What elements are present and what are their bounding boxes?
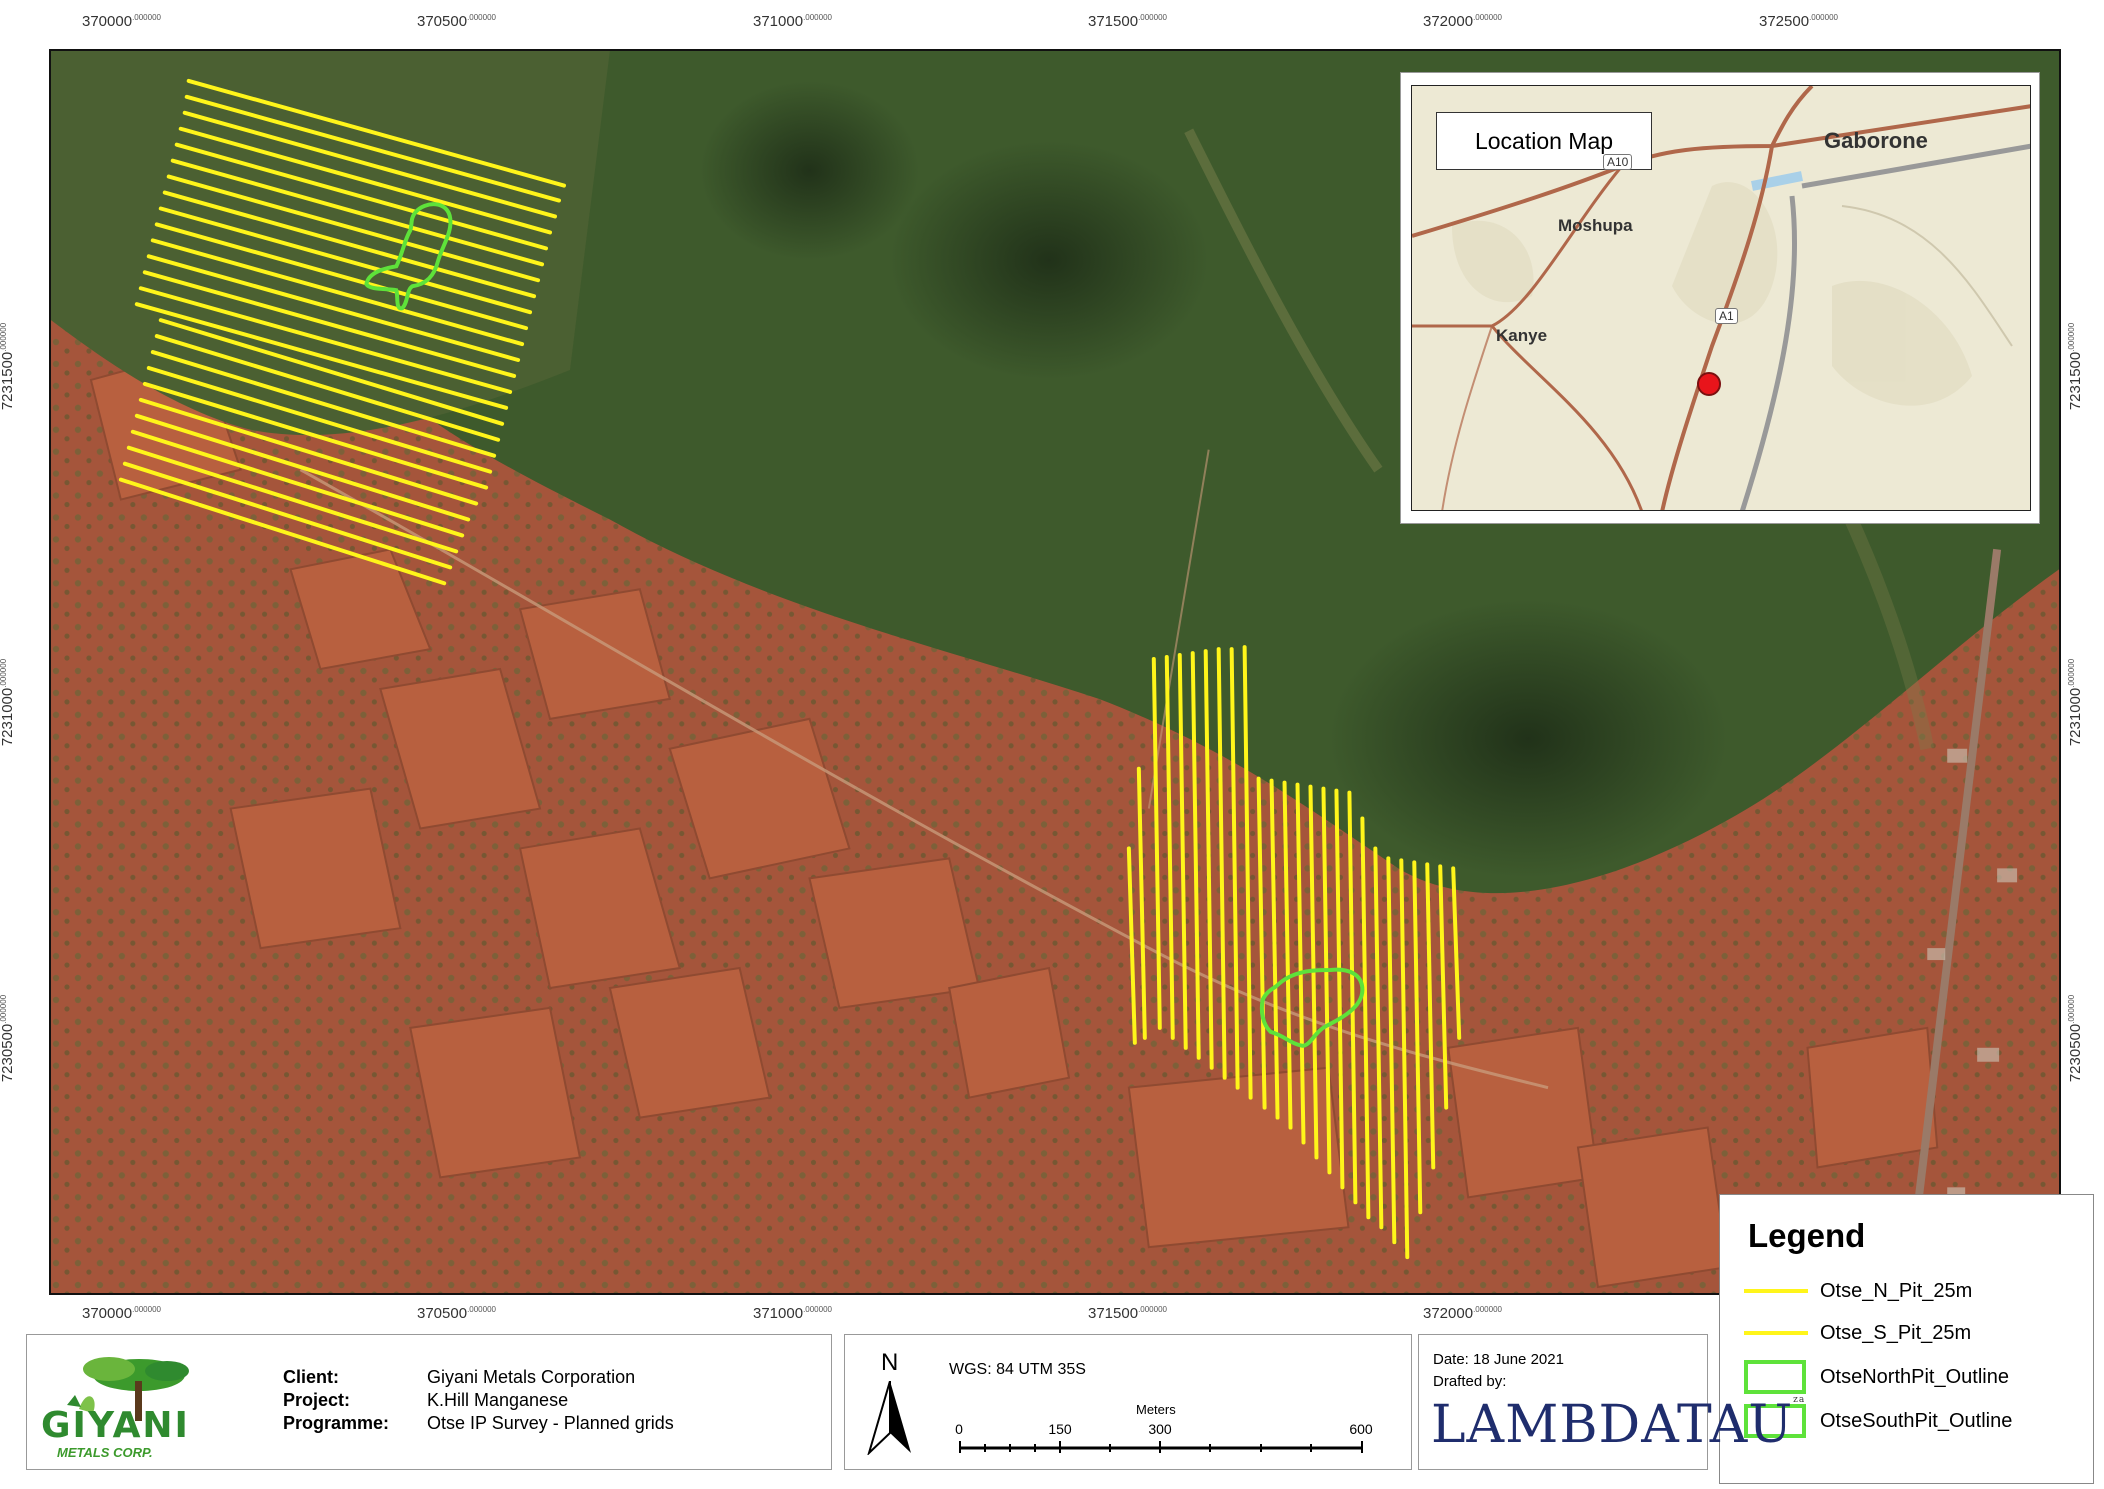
scale-units: Meters: [1136, 1402, 1176, 1417]
road-label-a10: A10: [1603, 154, 1633, 170]
survey-location-marker: [1697, 372, 1721, 396]
project-value: K.Hill Manganese: [427, 1390, 569, 1410]
location-map-inset: Location Map Gaborone Moshupa Kanye A10 …: [1400, 72, 2040, 524]
lambdatau-logo-text: LAMBDATAU: [1431, 1395, 1794, 1455]
yellow-line-symbol: [1744, 1289, 1808, 1293]
programme-value: Otse IP Survey - Planned grids: [427, 1413, 674, 1433]
town-moshupa: Moshupa: [1558, 216, 1633, 235]
legend-item-south-grid: Otse_S_Pit_25m: [1744, 1315, 1971, 1351]
project-info-panel: GIYANI METALS CORP. Client: Giyani Metal…: [26, 1334, 832, 1470]
legend-title: Legend: [1748, 1217, 1866, 1254]
x-tick-top-3: 371000.000000: [753, 13, 832, 30]
north-arrow-icon: [867, 1381, 911, 1455]
giyani-logo-text: GIYANI: [41, 1405, 190, 1446]
north-label: N: [881, 1349, 899, 1376]
y-tick-left-3: 7230500.000000: [0, 994, 17, 1083]
x-tick-top-2: 370500.000000: [417, 13, 496, 30]
north-scale-panel: N WGS: 84 UTM 35S Meters 0 150 300 600: [844, 1334, 1412, 1470]
yellow-line-symbol: [1744, 1331, 1808, 1335]
green-polygon-symbol: [1744, 1360, 1806, 1394]
scale-label-150: 150: [1048, 1421, 1072, 1437]
y-tick-right-1: 7231500.000000: [2067, 322, 2085, 411]
map-layout: 370000.000000 370500.000000 371000.00000…: [0, 0, 2104, 1489]
road-label-a1: A1: [1715, 308, 1738, 324]
scale-label-600: 600: [1349, 1421, 1373, 1437]
x-tick-top-4: 371500.000000: [1088, 13, 1167, 30]
x-tick-bottom-1: 370000.000000: [82, 1305, 161, 1322]
lambdatau-logo: LAMBDATAUza: [1431, 1395, 1805, 1455]
drafted-by-label: Drafted by:: [1433, 1373, 1507, 1390]
y-tick-left-1: 7231500.000000: [0, 322, 17, 411]
legend-label: Otse_N_Pit_25m: [1820, 1279, 1973, 1302]
y-tick-right-3: 7230500.000000: [2067, 994, 2085, 1083]
scale-label-0: 0: [955, 1421, 963, 1437]
x-tick-top-6: 372500.000000: [1759, 13, 1838, 30]
legend-item-north-outline: OtseNorthPit_Outline: [1744, 1359, 2009, 1395]
x-tick-top-5: 372000.000000: [1423, 13, 1502, 30]
legend-label: Otse_S_Pit_25m: [1820, 1321, 1972, 1344]
legend-item-north-grid: Otse_N_Pit_25m: [1744, 1273, 1972, 1309]
lambdatau-logo-suffix: za: [1793, 1395, 1806, 1405]
x-tick-top-1: 370000.000000: [82, 13, 161, 30]
town-gaborone: Gaborone: [1824, 128, 1928, 153]
coordinate-system: WGS: 84 UTM 35S: [949, 1361, 1086, 1378]
credits-panel: Date: 18 June 2021 Drafted by: LAMBDATAU…: [1418, 1334, 1804, 1470]
client-label: Client:: [283, 1367, 339, 1387]
y-tick-right-2: 7231000.000000: [2067, 658, 2085, 747]
client-value: Giyani Metals Corporation: [427, 1367, 636, 1387]
y-tick-left-2: 7231000.000000: [0, 658, 17, 747]
programme-label: Programme:: [283, 1413, 390, 1433]
map-date: Date: 18 June 2021: [1433, 1351, 1564, 1368]
legend-label: OtseNorthPit_Outline: [1820, 1365, 2009, 1388]
satellite-map[interactable]: Location Map Gaborone Moshupa Kanye A10 …: [49, 49, 2061, 1295]
giyani-logo-subtitle: METALS CORP.: [57, 1445, 153, 1460]
town-kanye: Kanye: [1496, 326, 1548, 345]
x-tick-bottom-2: 370500.000000: [417, 1305, 496, 1322]
x-tick-bottom-3: 371000.000000: [753, 1305, 832, 1322]
x-tick-bottom-4: 371500.000000: [1088, 1305, 1167, 1322]
legend-label: OtseSouthPit_Outline: [1820, 1409, 2013, 1432]
x-tick-bottom-5: 372000.000000: [1423, 1305, 1502, 1322]
scale-bar: [959, 1441, 1363, 1453]
location-map[interactable]: Location Map Gaborone Moshupa Kanye A10 …: [1411, 85, 2031, 511]
scale-label-300: 300: [1148, 1421, 1172, 1437]
project-label: Project:: [283, 1390, 351, 1410]
